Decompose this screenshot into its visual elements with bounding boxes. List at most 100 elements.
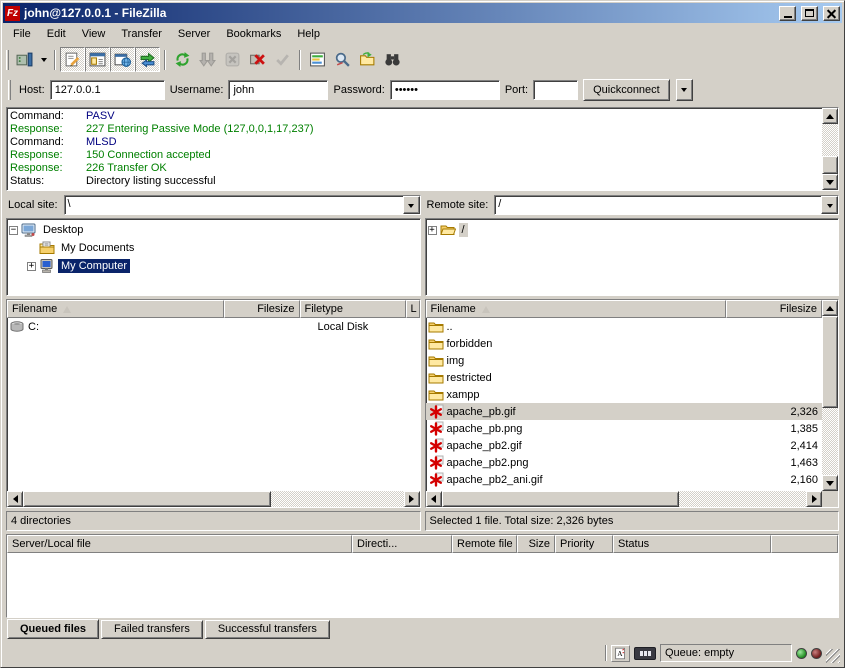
queue-column-header[interactable]: Status — [613, 535, 771, 553]
tree-item[interactable]: / — [428, 221, 837, 239]
quickconnect-dropdown-button[interactable] — [676, 79, 693, 101]
reconnect-button[interactable] — [270, 47, 295, 72]
local-file-list: Filename Filesize Filetype L C: Loca — [6, 299, 421, 508]
scroll-right-button[interactable] — [806, 491, 822, 507]
expander-icon[interactable] — [9, 226, 18, 235]
expander-icon[interactable] — [428, 226, 437, 235]
queue-tab[interactable]: Failed transfers — [101, 620, 203, 639]
tree-item[interactable]: My Computer — [9, 257, 418, 275]
cancel-operation-button[interactable] — [220, 47, 245, 72]
column-header-filesize[interactable]: Filesize — [726, 300, 822, 318]
host-input[interactable] — [50, 80, 165, 100]
local-horizontal-scrollbar[interactable] — [7, 491, 420, 507]
toolbar — [3, 45, 842, 74]
scroll-left-button[interactable] — [426, 491, 442, 507]
scroll-track[interactable] — [822, 124, 838, 156]
close-icon — [827, 9, 836, 18]
close-button[interactable] — [823, 6, 840, 21]
scroll-track[interactable] — [822, 408, 838, 475]
maximize-button[interactable] — [801, 6, 818, 21]
column-header-filetype[interactable]: Filetype — [300, 300, 406, 318]
synchronized-browsing-button[interactable] — [355, 47, 380, 72]
ascii-transfer-type-icon[interactable]: A — [611, 645, 630, 662]
password-label: Password: — [333, 84, 384, 96]
find-files-button[interactable] — [380, 47, 405, 72]
file-row[interactable]: apache_pb2_ani.gif 2,160 — [426, 471, 823, 488]
queue-column-header[interactable]: Remote file — [452, 535, 517, 553]
queue-column-header[interactable]: Priority — [555, 535, 613, 553]
expander-icon[interactable] — [27, 262, 36, 271]
directory-comparison-button[interactable] — [330, 47, 355, 72]
scroll-left-button[interactable] — [7, 491, 23, 507]
remote-site-dropdown-button[interactable] — [821, 196, 838, 214]
scroll-track[interactable] — [679, 491, 806, 507]
file-row[interactable]: forbidden — [426, 335, 823, 352]
file-row[interactable]: apache_pb.gif 2,326 — [426, 403, 823, 420]
username-label: Username: — [170, 84, 224, 96]
site-manager-button[interactable] — [12, 47, 37, 72]
arrow-down-icon — [826, 481, 834, 490]
scroll-right-button[interactable] — [404, 491, 420, 507]
tree-item[interactable]: Desktop — [9, 221, 418, 239]
toggle-remote-tree-button[interactable] — [110, 47, 135, 72]
site-manager-dropdown-button[interactable] — [37, 47, 50, 72]
menu-item[interactable]: Help — [289, 25, 328, 43]
file-row[interactable]: xampp — [426, 386, 823, 403]
scroll-thumb[interactable] — [822, 316, 838, 408]
column-header-filename[interactable]: Filename — [426, 300, 727, 318]
queue-tab[interactable]: Queued files — [7, 619, 99, 639]
username-input[interactable] — [228, 80, 328, 100]
remote-site-combobox[interactable]: / — [494, 195, 839, 215]
file-row[interactable]: img — [426, 352, 823, 369]
queue-column-header[interactable]: Server/Local file — [7, 535, 352, 553]
menu-item[interactable]: File — [5, 25, 39, 43]
tree-item[interactable]: My Documents — [9, 239, 418, 257]
menu-item[interactable]: Server — [170, 25, 218, 43]
port-input[interactable] — [533, 80, 578, 100]
menu-item[interactable]: View — [74, 25, 114, 43]
scroll-down-button[interactable] — [822, 174, 838, 190]
menu-item[interactable]: Bookmarks — [218, 25, 289, 43]
process-queue-button[interactable] — [195, 47, 220, 72]
local-site-combobox[interactable]: \ — [64, 195, 421, 215]
toggle-message-log-button[interactable] — [60, 47, 85, 72]
file-row[interactable]: .. — [426, 318, 823, 335]
tree-item-icon — [39, 240, 55, 256]
scroll-thumb[interactable] — [23, 491, 271, 507]
queue-tab[interactable]: Successful transfers — [205, 620, 330, 639]
local-site-dropdown-button[interactable] — [403, 196, 420, 214]
toolbar-separator — [164, 50, 166, 70]
menu-item[interactable]: Transfer — [113, 25, 170, 43]
resize-grip[interactable] — [826, 649, 840, 663]
scroll-thumb[interactable] — [442, 491, 680, 507]
file-row[interactable]: apache_pb.png 1,385 — [426, 420, 823, 437]
file-row[interactable]: C: Local Disk — [7, 318, 420, 335]
column-header-filesize[interactable]: Filesize — [224, 300, 300, 318]
scroll-up-button[interactable] — [822, 300, 838, 316]
filter-button[interactable] — [305, 47, 330, 72]
queue-column-header[interactable]: Size — [517, 535, 555, 553]
file-row[interactable]: apache_pb2.gif 2,414 — [426, 437, 823, 454]
log-scrollbar[interactable] — [822, 108, 838, 190]
password-input[interactable] — [390, 80, 500, 100]
scroll-track[interactable] — [271, 491, 404, 507]
toggle-local-tree-button[interactable] — [85, 47, 110, 72]
queue-column-header[interactable]: Directi... — [352, 535, 452, 553]
remote-vertical-scrollbar[interactable] — [822, 300, 838, 491]
column-header-lastmodified[interactable]: L — [406, 300, 420, 318]
column-header-filename[interactable]: Filename — [7, 300, 224, 318]
quickconnect-button[interactable]: Quickconnect — [583, 79, 670, 101]
scroll-up-button[interactable] — [822, 108, 838, 124]
minimize-button[interactable] — [779, 6, 796, 21]
refresh-button[interactable] — [170, 47, 195, 72]
scroll-down-button[interactable] — [822, 475, 838, 491]
file-row[interactable]: restricted — [426, 369, 823, 386]
disconnect-button[interactable] — [245, 47, 270, 72]
remote-horizontal-scrollbar[interactable] — [426, 491, 823, 507]
keypad-indicator-icon[interactable] — [634, 647, 656, 660]
scroll-thumb[interactable] — [822, 156, 838, 174]
file-icon — [428, 353, 444, 369]
toggle-queue-button[interactable] — [135, 47, 160, 72]
file-row[interactable]: apache_pb2.png 1,463 — [426, 454, 823, 471]
menu-item[interactable]: Edit — [39, 25, 74, 43]
